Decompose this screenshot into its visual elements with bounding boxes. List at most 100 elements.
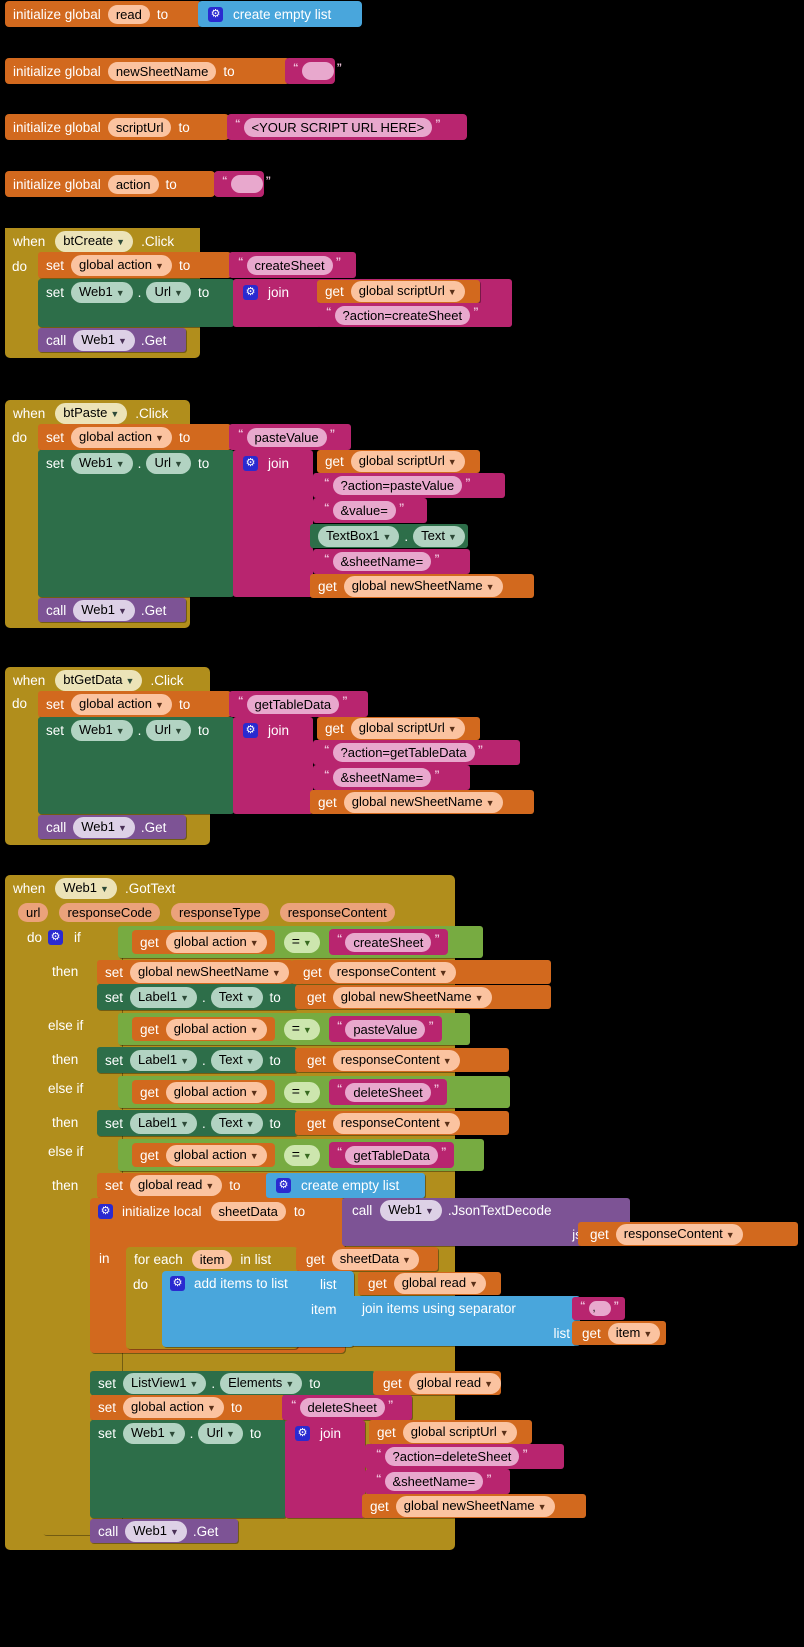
set-web1-url-createsheet[interactable]: set Web1 ▼ . Url ▼ to <box>38 279 234 327</box>
component-dropdown-label1[interactable]: Label1 ▼ <box>130 1112 197 1134</box>
mutator-gear-icon[interactable] <box>276 1178 291 1193</box>
component-dropdown-btcreate[interactable]: btCreate ▼ <box>55 230 134 252</box>
call-web1-get-gettabledata[interactable]: call Web1 ▼ .Get <box>38 815 186 839</box>
text-createsheet-cmp[interactable]: “ createSheet ” <box>328 929 448 955</box>
text-pastevalue[interactable]: “ pasteValue ” <box>229 424 351 450</box>
variable-dropdown[interactable]: global read ▼ <box>408 1372 502 1394</box>
get-textbox1-text[interactable]: TextBox1 ▼ . Text ▼ <box>310 524 468 548</box>
get-global-newsheetname-1[interactable]: get global newSheetName ▼ <box>295 985 551 1009</box>
text-value-field[interactable]: deleteSheet <box>345 1082 431 1102</box>
component-dropdown-web1[interactable]: Web1 ▼ <box>125 1520 187 1542</box>
variable-dropdown[interactable]: global newSheetName ▼ <box>343 791 503 813</box>
variable-dropdown[interactable]: responseContent ▼ <box>332 1049 460 1071</box>
variable-dropdown[interactable]: global newSheetName ▼ <box>343 575 503 597</box>
variable-dropdown[interactable]: global action ▼ <box>165 1081 267 1103</box>
join-block-pastevalue[interactable]: join <box>233 450 313 597</box>
component-dropdown-web1[interactable]: Web1 ▼ <box>123 1422 185 1444</box>
get-global-read-addlist[interactable]: get global read ▼ <box>358 1272 501 1295</box>
component-dropdown-label1[interactable]: Label1 ▼ <box>130 1049 197 1071</box>
create-empty-list-block[interactable]: create empty list <box>198 1 362 27</box>
call-web1-get-pastevalue[interactable]: call Web1 ▼ .Get <box>38 598 186 622</box>
variable-dropdown[interactable]: item ▼ <box>607 1322 661 1344</box>
get-sheetdata[interactable]: get sheetData ▼ <box>296 1247 438 1271</box>
component-dropdown-btpaste[interactable]: btPaste ▼ <box>55 402 128 424</box>
text-value-field[interactable]: createSheet <box>345 932 432 952</box>
set-label1-text-2[interactable]: set Label1 ▼ . Text ▼ to <box>97 1047 297 1073</box>
text-value-field[interactable]: ?action=getTableData <box>332 743 475 762</box>
text-value-field[interactable]: getTableData <box>345 1145 438 1165</box>
global-name-field[interactable]: action <box>107 174 159 194</box>
text-action-deletesheet-qs[interactable]: “ ?action=deleteSheet ” <box>365 1444 564 1469</box>
get-global-scripturl-paste[interactable]: get global scriptUrl ▼ <box>317 450 480 473</box>
text-value-field[interactable]: createSheet <box>246 255 333 275</box>
set-web1-url-deletesheet[interactable]: set Web1 ▼ . Url ▼ to <box>90 1420 286 1518</box>
component-dropdown-web1[interactable]: Web1 ▼ <box>71 452 133 474</box>
get-global-newsheetname-delete[interactable]: get global newSheetName ▼ <box>362 1494 586 1518</box>
text-sheetname-param-delete[interactable]: “ &sheetName= ” <box>365 1469 510 1494</box>
mutator-gear-icon[interactable] <box>243 284 258 300</box>
text-value-field[interactable]: &sheetName= <box>332 552 432 571</box>
variable-dropdown[interactable]: global action ▼ <box>165 931 267 953</box>
set-global-read[interactable]: set global read ▼ to <box>97 1173 271 1198</box>
component-dropdown-listview1[interactable]: ListView1 ▼ <box>123 1372 207 1394</box>
get-responsecontent-3[interactable]: get responseContent ▼ <box>295 1111 509 1135</box>
text-value-field[interactable]: &sheetName= <box>332 768 432 787</box>
text-gettabledata[interactable]: “ getTableData ” <box>229 691 368 717</box>
get-global-scripturl[interactable]: get global scriptUrl ▼ <box>317 280 480 303</box>
global-name-field[interactable]: newSheetName <box>107 61 217 81</box>
comparison-operator-dropdown[interactable]: = ▼ <box>283 1018 320 1040</box>
set-listview1-elements[interactable]: set ListView1 ▼ . Elements ▼ to <box>90 1371 375 1395</box>
global-init-action[interactable]: initialize global action to <box>5 171 215 197</box>
get-global-action-3[interactable]: get global action ▼ <box>132 1080 275 1104</box>
get-item-innerlist[interactable]: get item ▼ <box>572 1321 666 1345</box>
component-dropdown-label1[interactable]: Label1 ▼ <box>130 986 197 1008</box>
call-web1-get-createsheet[interactable]: call Web1 ▼ .Get <box>38 328 186 352</box>
text-sheetname-param-getdata[interactable]: “ &sheetName= ” <box>313 765 470 790</box>
text-value-field[interactable]: pasteValue <box>246 427 327 447</box>
text-gettabledata-cmp[interactable]: “ getTableData ” <box>328 1142 455 1168</box>
global-init-scripturl[interactable]: initialize global scriptUrl to <box>5 114 229 140</box>
global-variable-dropdown[interactable]: global action ▼ <box>71 254 172 276</box>
get-global-scripturl-delete[interactable]: get global scriptUrl ▼ <box>369 1420 532 1444</box>
set-global-action-gettabledata[interactable]: set global action ▼ to <box>38 691 231 717</box>
global-init-read[interactable]: initialize global read to <box>5 1 202 27</box>
property-dropdown-text[interactable]: Text ▼ <box>210 986 263 1008</box>
text-value-field[interactable]: deleteSheet <box>299 1398 385 1417</box>
get-global-action-2[interactable]: get global action ▼ <box>132 1017 275 1041</box>
loop-variable-field[interactable]: item <box>191 1249 233 1269</box>
property-dropdown-url[interactable]: Url ▼ <box>146 452 191 474</box>
get-global-action-1[interactable]: get global action ▼ <box>132 930 275 954</box>
text-action-createsheet-qs[interactable]: “ ?action=createSheet ” <box>317 303 512 327</box>
mutator-gear-icon[interactable] <box>243 722 258 738</box>
global-variable-dropdown[interactable]: global action ▼ <box>71 426 172 448</box>
global-variable-dropdown[interactable]: global read ▼ <box>130 1175 223 1196</box>
text-separator-comma[interactable]: “ , ” <box>572 1297 625 1320</box>
text-value-field[interactable]: ?action=deleteSheet <box>384 1447 520 1466</box>
component-dropdown-web1[interactable]: Web1 ▼ <box>55 877 117 899</box>
global-name-field[interactable]: read <box>107 4 150 24</box>
global-init-newsheetname[interactable]: initialize global newSheetName to <box>5 58 290 84</box>
set-web1-url-pastevalue[interactable]: set Web1 ▼ . Url ▼ to <box>38 450 234 597</box>
variable-dropdown[interactable]: responseContent ▼ <box>332 1112 460 1134</box>
global-variable-dropdown[interactable]: global newSheetName ▼ <box>130 961 289 983</box>
variable-dropdown[interactable]: responseContent ▼ <box>328 961 456 983</box>
text-action-pastevalue-qs[interactable]: “ ?action=pasteValue ” <box>313 473 505 498</box>
property-dropdown-text[interactable]: Text ▼ <box>413 525 465 547</box>
property-dropdown-url[interactable]: Url ▼ <box>146 719 191 741</box>
join-block-deletesheet[interactable]: join <box>285 1420 365 1518</box>
variable-dropdown[interactable]: responseContent ▼ <box>615 1223 743 1245</box>
local-name-field[interactable]: sheetData <box>210 1201 286 1221</box>
component-dropdown-web1[interactable]: Web1 ▼ <box>73 599 135 621</box>
get-global-read-listview[interactable]: get global read ▼ <box>373 1371 502 1395</box>
comparison-operator-dropdown[interactable]: = ▼ <box>283 1081 320 1103</box>
text-deletesheet-tail[interactable]: “ deleteSheet ” <box>282 1395 412 1420</box>
get-responsecontent-jsontext[interactable]: get responseContent ▼ <box>578 1222 798 1246</box>
component-dropdown-web1[interactable]: Web1 ▼ <box>73 329 135 351</box>
text-value-param[interactable]: “ &value= ” <box>313 498 427 523</box>
set-global-action-pastevalue[interactable]: set global action ▼ to <box>38 424 231 450</box>
variable-dropdown[interactable]: global action ▼ <box>165 1018 267 1040</box>
get-global-scripturl-getdata[interactable]: get global scriptUrl ▼ <box>317 717 480 740</box>
text-sheetname-param-paste[interactable]: “ &sheetName= ” <box>313 549 470 574</box>
set-web1-url-gettabledata[interactable]: set Web1 ▼ . Url ▼ to <box>38 717 234 814</box>
text-value-field[interactable]: pasteValue <box>345 1019 426 1039</box>
